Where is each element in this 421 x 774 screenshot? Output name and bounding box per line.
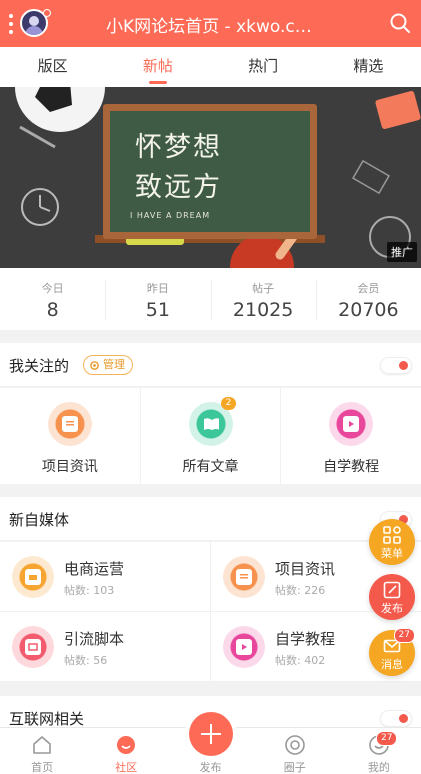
followed-item-label: 所有文章 [182,459,239,475]
community-icon [117,736,136,754]
followed-item-project-news[interactable]: 项目资讯 [0,388,140,484]
nav-label: 发布 [199,761,222,774]
forum-item-ecommerce[interactable]: 电商运营 帖数: 103 [0,542,210,611]
forum-name: 电商运营 [64,560,125,578]
followed-item-all-articles[interactable]: 所有文章 [139,388,281,484]
circle-icon [284,735,305,755]
nav-label: 圈子 [283,761,306,774]
clipboard-icon [47,402,92,446]
followed-item-tutorials[interactable]: 自学教程 [280,388,421,484]
followed-item-label: 项目资讯 [41,459,98,475]
ad-badge: 推广 [387,242,417,262]
plus-icon[interactable] [189,712,233,756]
app-header: 小K网论坛首页 - xkwo.com [0,0,421,47]
notification-dot [43,9,51,17]
manage-label: 管理 [103,358,125,371]
cart-icon [12,556,54,598]
edit-icon [383,581,401,599]
tab-new-posts[interactable]: 新帖 [105,47,210,87]
stat-label: 帖子 [252,282,275,295]
tab-bar: 版区 新帖 热门 精选 [0,47,421,87]
chalkboard: 怀梦想 致远方 I HAVE A DREAM [103,104,317,239]
stat-value: 21025 [232,299,294,321]
grid-icon [383,526,401,544]
media-grid: 电商运营 帖数: 103 项目资讯 帖数: 226 引流脚本 帖数: 56 自学… [0,542,421,682]
stat-value: 8 [46,299,59,321]
banner-line-3: I HAVE A DREAM [130,211,211,220]
messages-badge: 27 [393,628,415,643]
nav-home[interactable]: 首页 [0,728,84,774]
grid-row: 引流脚本 帖数: 56 自学教程 帖数: 402 [0,612,421,682]
forum-post-count: 帖数: 56 [64,654,108,667]
forum-post-count: 帖数: 103 [64,584,115,597]
fab-label: 发布 [381,602,403,615]
media-section-header: 新自媒体 [0,497,421,541]
forum-post-count: 帖数: 402 [275,654,326,667]
stat-value: 20706 [338,299,399,321]
nav-circles[interactable]: 圈子 [253,728,337,774]
stat-value: 51 [145,299,170,321]
fab-label: 消息 [381,658,403,671]
stat-label: 今日 [41,282,64,295]
search-icon[interactable] [389,12,411,34]
promo-banner[interactable]: 怀梦想 致远方 I HAVE A DREAM 推广 [0,87,421,268]
banner-line-2: 致远方 [135,172,222,203]
nav-label: 社区 [115,761,138,774]
menu-dots-icon[interactable] [8,14,14,34]
post-fab[interactable]: 发布 [369,574,415,620]
followed-grid: 项目资讯 所有文章 自学教程 [0,388,421,484]
stat-label: 昨日 [146,282,169,295]
gear-icon [90,360,99,370]
stat-posts: 帖子 21025 [210,268,316,330]
section-title: 我关注的 [9,357,70,375]
tab-hot[interactable]: 热门 [211,47,316,87]
me-badge: 27 [376,731,398,746]
clipboard-icon [223,556,265,598]
page-title: 小K网论坛首页 - xkwo.com [106,17,321,37]
tab-featured[interactable]: 精选 [316,47,421,87]
script-icon [12,626,54,668]
tab-forums[interactable]: 版区 [0,47,105,87]
stat-label: 会员 [357,282,380,295]
followed-item-label: 自学教程 [323,459,380,475]
collapse-toggle[interactable] [380,357,412,374]
unread-badge: 2 [221,397,236,410]
nav-community[interactable]: 社区 [84,728,168,774]
grid-row: 电商运营 帖数: 103 项目资讯 帖数: 226 [0,542,421,612]
section-title: 互联网相关 [9,710,85,728]
nav-label: 首页 [31,761,54,774]
video-icon [329,402,374,446]
forum-name: 自学教程 [275,630,336,648]
fab-label: 菜单 [381,547,403,560]
forum-name: 引流脚本 [64,630,125,648]
stat-members: 会员 20706 [315,268,421,330]
video-icon [223,626,265,668]
followed-section-header: 我关注的 管理 [0,343,421,387]
manage-button[interactable]: 管理 [83,355,133,375]
stat-yesterday: 昨日 51 [105,268,210,330]
collapse-toggle[interactable] [380,710,412,727]
menu-fab[interactable]: 菜单 [369,519,415,565]
forum-item-traffic-scripts[interactable]: 引流脚本 帖数: 56 [0,612,210,681]
banner-line-1: 怀梦想 [135,132,222,163]
forum-name: 项目资讯 [275,560,336,578]
nav-label: 我的 [367,761,390,774]
forum-stats: 今日 8 昨日 51 帖子 21025 会员 20706 [0,268,421,330]
section-title: 新自媒体 [9,511,70,529]
forum-post-count: 帖数: 226 [275,584,326,597]
home-icon [33,736,51,754]
stat-today: 今日 8 [0,268,105,330]
